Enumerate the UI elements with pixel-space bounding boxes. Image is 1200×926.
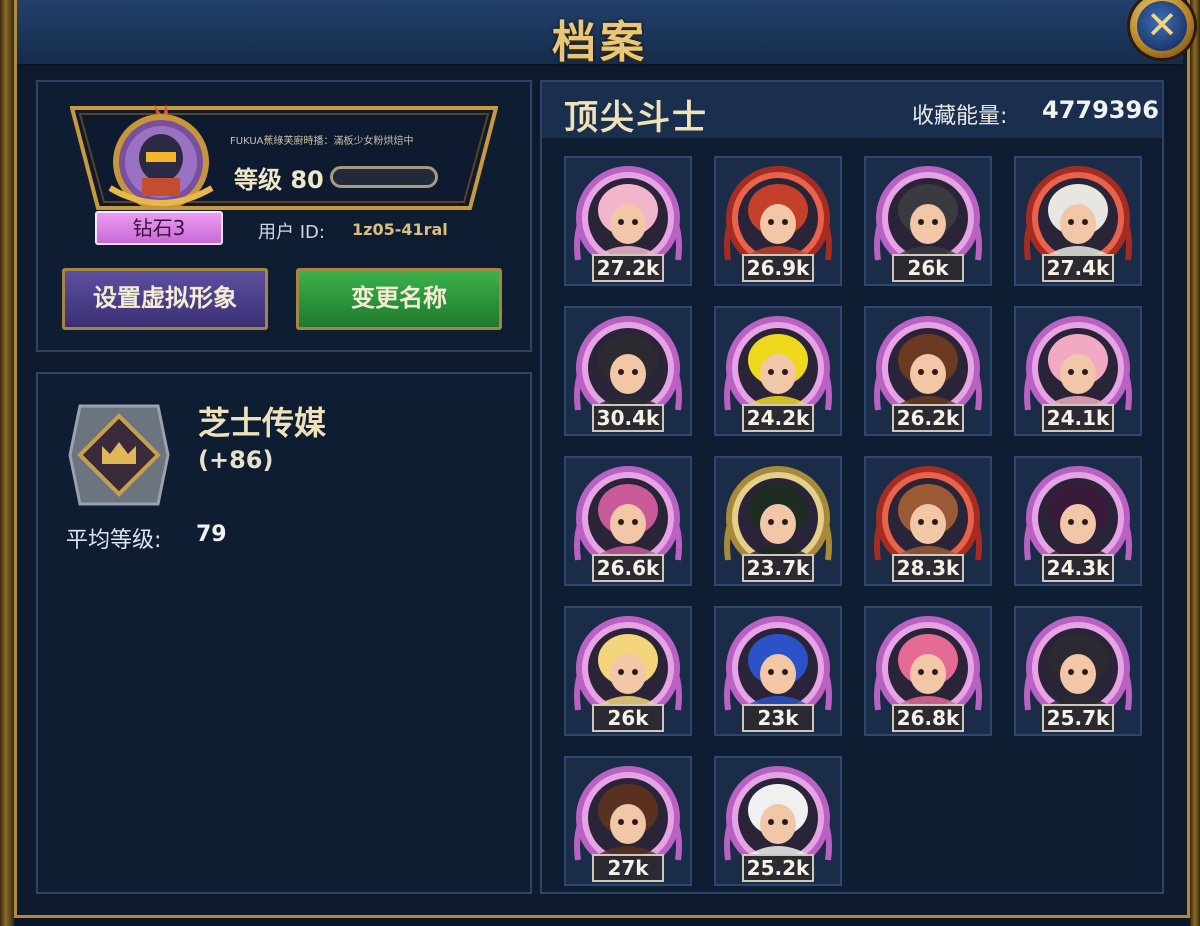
- fighter-card[interactable]: 27k: [564, 756, 692, 886]
- right-edge-decoration: [1190, 0, 1200, 926]
- close-icon: ✕: [1137, 1, 1187, 51]
- fighter-card[interactable]: 28.3k: [864, 456, 992, 586]
- fighter-score: 23k: [742, 704, 814, 732]
- fighter-card[interactable]: 24.1k: [1014, 306, 1142, 436]
- fighter-card[interactable]: 30.4k: [564, 306, 692, 436]
- team-rating-change: (+86): [198, 446, 274, 474]
- fighter-card[interactable]: 26.2k: [864, 306, 992, 436]
- fighter-card[interactable]: 24.2k: [714, 306, 842, 436]
- average-level-value: 79: [196, 522, 227, 547]
- user-id-label: 用户 ID:: [258, 222, 325, 243]
- fighter-card[interactable]: 26.8k: [864, 606, 992, 736]
- fighter-card[interactable]: 25.7k: [1014, 606, 1142, 736]
- rank-badge: 钻石3: [95, 211, 223, 245]
- top-fighters-title: 顶尖斗士: [564, 98, 708, 138]
- fighter-score: 25.7k: [1042, 704, 1114, 732]
- rename-button[interactable]: 变更名称: [296, 268, 502, 330]
- fighter-score: 27.4k: [1042, 254, 1114, 282]
- fighter-score: 24.2k: [742, 404, 814, 432]
- profile-window: 档案 ✕ FUKUA蕉綠芙廚時播：滿板少女粉烘焙中 等级 80 钻石3 用户 I…: [0, 0, 1200, 926]
- fighter-score: 30.4k: [592, 404, 664, 432]
- fighter-score: 26k: [592, 704, 664, 732]
- average-level-label: 平均等级:: [66, 528, 162, 553]
- collection-energy-value: 4779396: [1042, 96, 1159, 124]
- player-motto: FUKUA蕉綠芙廚時播：滿板少女粉烘焙中: [230, 136, 414, 147]
- fighter-score: 26.8k: [892, 704, 964, 732]
- collection-energy-label: 收藏能量:: [912, 104, 1008, 129]
- fighter-card[interactable]: 26k: [864, 156, 992, 286]
- fighter-card[interactable]: 24.3k: [1014, 456, 1142, 586]
- fighter-score: 25.2k: [742, 854, 814, 882]
- fighter-card[interactable]: 26.6k: [564, 456, 692, 586]
- fighter-score: 26.9k: [742, 254, 814, 282]
- fighter-score: 24.1k: [1042, 404, 1114, 432]
- fighter-score: 27.2k: [592, 254, 664, 282]
- fighter-score: 26.6k: [592, 554, 664, 582]
- fighter-score: 26k: [892, 254, 964, 282]
- fighter-score: 28.3k: [892, 554, 964, 582]
- fighter-score: 24.3k: [1042, 554, 1114, 582]
- fighter-card[interactable]: 25.2k: [714, 756, 842, 886]
- fighter-card[interactable]: 27.2k: [564, 156, 692, 286]
- close-glyph: ✕: [1146, 3, 1178, 47]
- set-avatar-button[interactable]: 设置虚拟形象: [62, 268, 268, 330]
- player-avatar[interactable]: [96, 100, 226, 212]
- team-name: 芝士传媒: [198, 404, 327, 442]
- fighter-card[interactable]: 26.9k: [714, 156, 842, 286]
- fighter-score: 23.7k: [742, 554, 814, 582]
- fighter-card[interactable]: 26k: [564, 606, 692, 736]
- fighter-score: 27k: [592, 854, 664, 882]
- level-progress-bar: [330, 166, 438, 188]
- fighter-card[interactable]: 27.4k: [1014, 156, 1142, 286]
- player-level: 等级 80: [234, 166, 324, 194]
- user-id-value: 1z05-41ral: [352, 220, 448, 239]
- fighter-card[interactable]: 23k: [714, 606, 842, 736]
- fighter-score: 26.2k: [892, 404, 964, 432]
- left-edge-decoration: [0, 0, 14, 926]
- window-title: 档案: [552, 17, 648, 68]
- fighter-card[interactable]: 23.7k: [714, 456, 842, 586]
- crown-emblem-icon: [68, 404, 170, 506]
